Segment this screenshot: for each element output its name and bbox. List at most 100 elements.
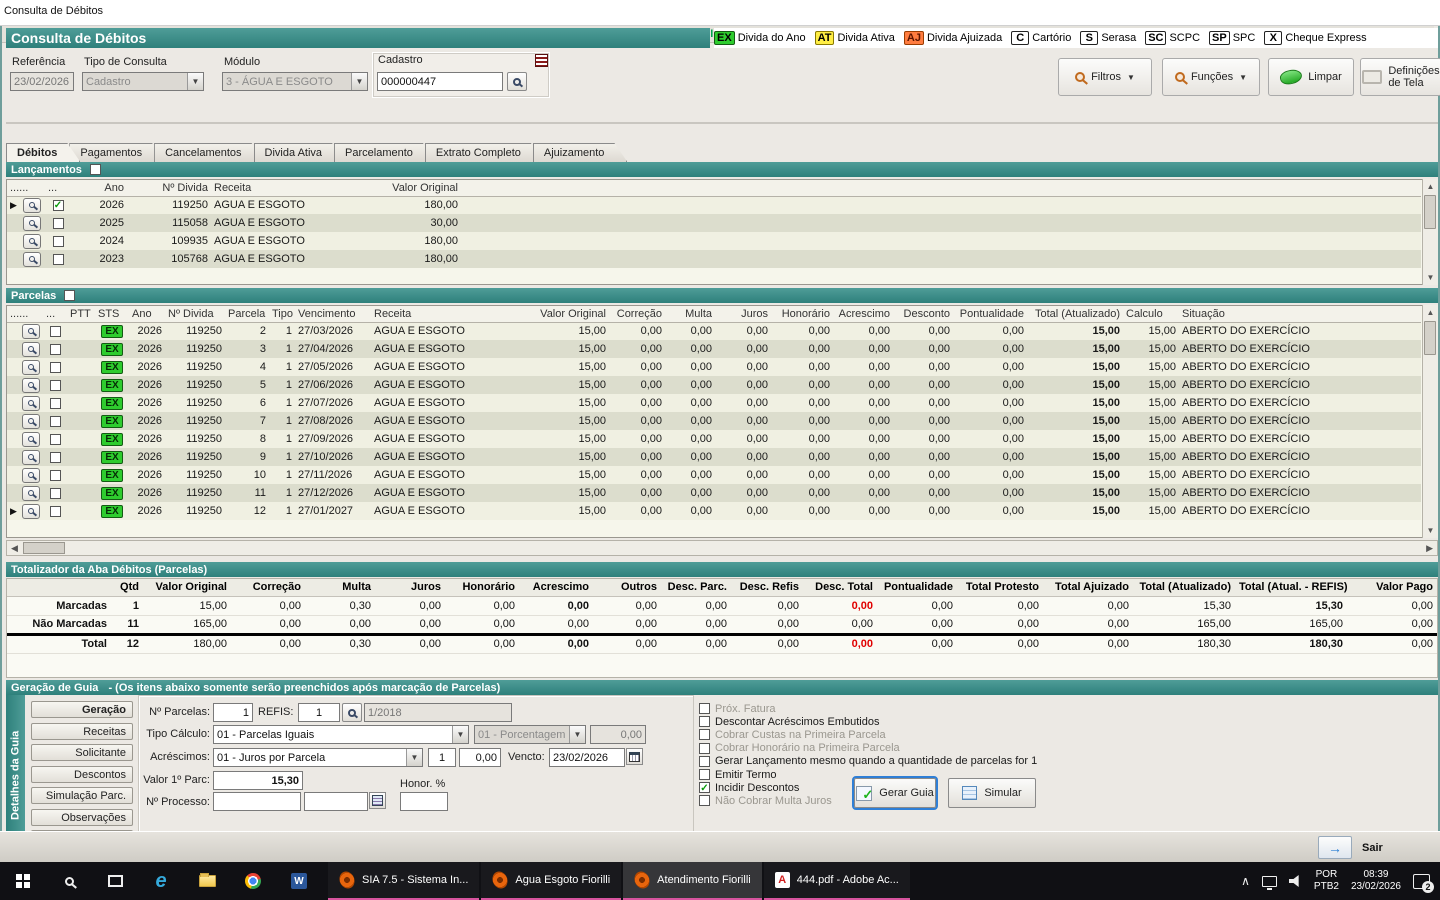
option-checkbox[interactable] bbox=[699, 782, 710, 793]
limpar-button[interactable]: Limpar bbox=[1268, 58, 1354, 96]
side-button[interactable]: Receitas bbox=[31, 723, 133, 740]
option-row[interactable]: Incidir Descontos bbox=[699, 781, 799, 794]
acrescimos-select[interactable]: 01 - Juros por Parcela ▼ bbox=[213, 748, 423, 767]
word-button[interactable] bbox=[276, 862, 322, 900]
scroll-thumb[interactable] bbox=[23, 542, 65, 554]
clock[interactable]: 08:3923/02/2026 bbox=[1351, 869, 1401, 893]
parcela-row[interactable]: EX 2026 119250 10 1 27/11/2026 AGUA E ES… bbox=[7, 466, 1421, 484]
scroll-up-icon[interactable]: ▲ bbox=[1427, 305, 1435, 320]
gerar-guia-button[interactable]: Gerar Guia bbox=[854, 778, 936, 808]
scroll-left-icon[interactable]: ◀ bbox=[11, 543, 18, 554]
side-button[interactable]: Geração bbox=[31, 701, 133, 718]
valor1-field[interactable] bbox=[213, 771, 303, 790]
option-checkbox[interactable] bbox=[699, 756, 710, 767]
row-detail-button[interactable] bbox=[22, 468, 40, 483]
tab[interactable]: Ajuizamento bbox=[533, 143, 628, 162]
row-detail-button[interactable] bbox=[22, 486, 40, 501]
acrescimos-qtd-field[interactable] bbox=[428, 748, 456, 767]
chrome-button[interactable] bbox=[230, 862, 276, 900]
refis-field[interactable] bbox=[298, 703, 340, 722]
row-detail-button[interactable] bbox=[22, 414, 40, 429]
row-checkbox[interactable] bbox=[50, 380, 61, 391]
lancamento-row[interactable]: 2023 105768 AGUA E ESGOTO 180,00 bbox=[7, 250, 1421, 268]
notification-icon[interactable]: 2 bbox=[1413, 874, 1430, 889]
row-checkbox[interactable] bbox=[50, 326, 61, 337]
row-checkbox[interactable] bbox=[50, 506, 61, 517]
row-checkbox[interactable] bbox=[53, 236, 64, 247]
row-checkbox[interactable] bbox=[50, 362, 61, 373]
row-detail-button[interactable] bbox=[22, 378, 40, 393]
scroll-thumb[interactable] bbox=[1424, 195, 1436, 229]
tab[interactable]: Divida Ativa bbox=[254, 143, 345, 162]
sair-button[interactable]: → Sair bbox=[1318, 835, 1426, 860]
parcela-row[interactable]: EX 2026 119250 5 1 27/06/2026 AGUA E ESG… bbox=[7, 376, 1421, 394]
row-detail-button[interactable] bbox=[22, 450, 40, 465]
refis-search-button[interactable] bbox=[342, 703, 362, 722]
refis-ref-field[interactable] bbox=[364, 703, 512, 722]
cadastro-search-button[interactable] bbox=[507, 72, 527, 91]
parcela-row[interactable]: EX 2026 119250 11 1 27/12/2026 AGUA E ES… bbox=[7, 484, 1421, 502]
parcela-row[interactable]: EX 2026 119250 9 1 27/10/2026 AGUA E ESG… bbox=[7, 448, 1421, 466]
processo-calc-button[interactable] bbox=[369, 792, 386, 809]
row-detail-button[interactable] bbox=[22, 504, 40, 519]
option-row[interactable]: Descontar Acréscimos Embutidos bbox=[699, 715, 879, 728]
processo-field[interactable] bbox=[213, 792, 301, 811]
scroll-right-icon[interactable]: ▶ bbox=[1426, 543, 1433, 554]
option-checkbox[interactable] bbox=[699, 743, 710, 754]
vencto-field[interactable] bbox=[549, 748, 625, 767]
row-checkbox[interactable] bbox=[53, 218, 64, 229]
option-checkbox[interactable] bbox=[699, 716, 710, 727]
acrescimos-valor-field[interactable] bbox=[459, 748, 501, 767]
parcela-row[interactable]: EX 2026 119250 7 1 27/08/2026 AGUA E ESG… bbox=[7, 412, 1421, 430]
row-checkbox[interactable] bbox=[53, 254, 64, 265]
row-detail-button[interactable] bbox=[22, 432, 40, 447]
row-checkbox[interactable] bbox=[53, 200, 64, 211]
porcentagem-select[interactable]: 01 - Porcentagem ▼ bbox=[474, 725, 586, 744]
row-checkbox[interactable] bbox=[50, 416, 61, 427]
option-row[interactable]: Cobrar Custas na Primeira Parcela bbox=[699, 728, 886, 741]
side-button[interactable]: Simulação Parc. bbox=[31, 787, 133, 804]
parcelas-hscrollbar[interactable]: ◀ ▶ bbox=[6, 540, 1438, 556]
parcela-row[interactable]: EX 2026 119250 4 1 27/05/2026 AGUA E ESG… bbox=[7, 358, 1421, 376]
tab[interactable]: Extrato Completo bbox=[425, 143, 544, 162]
parcelas-scrollbar[interactable]: ▲ ▼ bbox=[1422, 305, 1438, 538]
tab[interactable]: Cancelamentos bbox=[154, 143, 264, 162]
porcentagem-valor-field[interactable] bbox=[590, 725, 646, 744]
row-detail-button[interactable] bbox=[22, 324, 40, 339]
modulo-select[interactable]: 3 - ÁGUA E ESGOTO ▼ bbox=[222, 72, 368, 91]
scroll-up-icon[interactable]: ▲ bbox=[1427, 179, 1435, 194]
parcela-row[interactable]: EX 2026 119250 8 1 27/09/2026 AGUA E ESG… bbox=[7, 430, 1421, 448]
row-detail-button[interactable] bbox=[23, 198, 41, 213]
explorer-button[interactable] bbox=[184, 862, 230, 900]
option-checkbox[interactable] bbox=[699, 769, 710, 780]
honor-field[interactable] bbox=[400, 792, 448, 811]
tray-chevron-icon[interactable]: ∧ bbox=[1241, 874, 1250, 888]
filtros-button[interactable]: Filtros ▼ bbox=[1058, 58, 1152, 96]
taskbar-app[interactable]: 444.pdf - Adobe Ac... bbox=[764, 862, 910, 900]
taskbar-search-button[interactable] bbox=[46, 862, 92, 900]
tipo-calculo-select[interactable]: 01 - Parcelas Iguais ▼ bbox=[213, 725, 469, 744]
option-row[interactable]: Emitir Termo bbox=[699, 768, 777, 781]
parcela-row[interactable]: EX 2026 119250 12 1 27/01/2027 AGUA E ES… bbox=[7, 502, 1421, 520]
parcela-row[interactable]: EX 2026 119250 6 1 27/07/2026 AGUA E ESG… bbox=[7, 394, 1421, 412]
row-detail-button[interactable] bbox=[23, 234, 41, 249]
side-button[interactable]: Solicitante bbox=[31, 744, 133, 761]
lancamentos-scrollbar[interactable]: ▲ ▼ bbox=[1422, 179, 1438, 285]
row-checkbox[interactable] bbox=[50, 434, 61, 445]
row-checkbox[interactable] bbox=[50, 452, 61, 463]
lancamento-row[interactable]: 2024 109935 AGUA E ESGOTO 180,00 bbox=[7, 232, 1421, 250]
parcela-row[interactable]: EX 2026 119250 3 1 27/04/2026 AGUA E ESG… bbox=[7, 340, 1421, 358]
tab[interactable]: Débitos bbox=[6, 143, 80, 162]
row-checkbox[interactable] bbox=[50, 470, 61, 481]
taskbar-app[interactable]: Agua Esgoto Fiorilli bbox=[481, 862, 621, 900]
parcela-row[interactable]: EX 2026 119250 2 1 27/03/2026 AGUA E ESG… bbox=[7, 322, 1421, 340]
scroll-thumb[interactable] bbox=[1424, 321, 1436, 355]
option-row[interactable]: Gerar Lançamento mesmo quando a quantida… bbox=[699, 755, 1037, 768]
row-checkbox[interactable] bbox=[50, 488, 61, 499]
cadastro-field[interactable] bbox=[377, 72, 503, 91]
lancamento-row[interactable]: 2026 119250 AGUA E ESGOTO 180,00 bbox=[7, 196, 1421, 214]
task-view-button[interactable] bbox=[92, 862, 138, 900]
side-button[interactable]: Observações bbox=[31, 809, 133, 826]
scroll-down-icon[interactable]: ▼ bbox=[1427, 270, 1435, 285]
row-detail-button[interactable] bbox=[22, 396, 40, 411]
